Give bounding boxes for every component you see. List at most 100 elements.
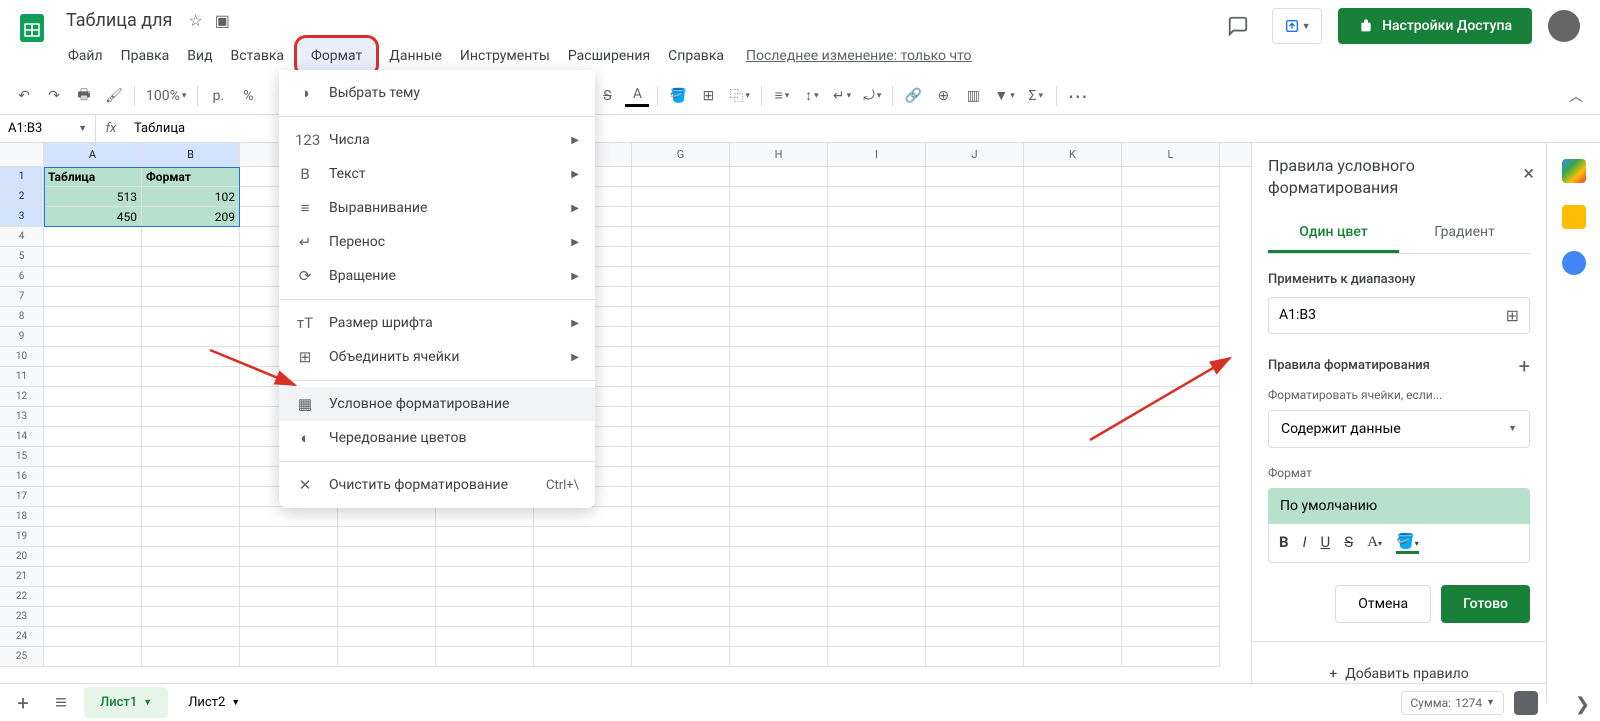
cell[interactable] bbox=[828, 307, 926, 327]
row-header[interactable]: 24 bbox=[0, 627, 44, 647]
cell[interactable] bbox=[436, 627, 534, 647]
cell[interactable] bbox=[1122, 447, 1220, 467]
cell[interactable]: 209 bbox=[142, 207, 240, 227]
row-header[interactable]: 4 bbox=[0, 227, 44, 247]
cell[interactable] bbox=[730, 307, 828, 327]
link-icon[interactable]: 🔗 bbox=[901, 82, 925, 110]
cell[interactable] bbox=[828, 587, 926, 607]
row-header[interactable]: 12 bbox=[0, 387, 44, 407]
row-header[interactable]: 6 bbox=[0, 267, 44, 287]
select-all-corner[interactable] bbox=[0, 143, 44, 166]
cell[interactable] bbox=[240, 607, 338, 627]
share-dropdown[interactable]: ▼ bbox=[1272, 8, 1322, 44]
cell[interactable] bbox=[142, 607, 240, 627]
cell[interactable] bbox=[828, 447, 926, 467]
cell[interactable] bbox=[632, 247, 730, 267]
chart-icon[interactable]: ▥ bbox=[961, 82, 985, 110]
cell[interactable] bbox=[828, 207, 926, 227]
cell[interactable] bbox=[828, 527, 926, 547]
name-box[interactable]: A1:B3 ▼ bbox=[0, 115, 96, 142]
share-button[interactable]: Настройки Доступа bbox=[1338, 8, 1532, 44]
cell[interactable] bbox=[1024, 467, 1122, 487]
borders-icon[interactable]: ⊞ bbox=[696, 82, 720, 110]
cell[interactable] bbox=[632, 167, 730, 187]
cell[interactable] bbox=[240, 647, 338, 667]
menu-данные[interactable]: Данные bbox=[381, 44, 450, 68]
cell[interactable] bbox=[1122, 347, 1220, 367]
cell[interactable] bbox=[730, 407, 828, 427]
cell[interactable] bbox=[730, 387, 828, 407]
cell[interactable] bbox=[730, 367, 828, 387]
cell[interactable] bbox=[142, 627, 240, 647]
cell[interactable] bbox=[534, 547, 632, 567]
cell[interactable] bbox=[142, 227, 240, 247]
column-header[interactable]: K bbox=[1024, 143, 1122, 166]
cell[interactable] bbox=[44, 227, 142, 247]
cell[interactable] bbox=[828, 627, 926, 647]
cell[interactable] bbox=[828, 467, 926, 487]
row-header[interactable]: 16 bbox=[0, 467, 44, 487]
strikethrough-icon[interactable]: S bbox=[595, 82, 619, 110]
more-icon[interactable]: ⋯ bbox=[1065, 82, 1093, 110]
cell[interactable] bbox=[44, 647, 142, 667]
cell[interactable] bbox=[142, 587, 240, 607]
tab-single-color[interactable]: Один цвет bbox=[1268, 214, 1399, 253]
cell[interactable] bbox=[730, 187, 828, 207]
cell[interactable] bbox=[1024, 567, 1122, 587]
valign-icon[interactable]: ↕▾ bbox=[800, 82, 824, 110]
cell[interactable] bbox=[632, 307, 730, 327]
cell[interactable]: Формат bbox=[142, 167, 240, 187]
cell[interactable] bbox=[926, 167, 1024, 187]
cell[interactable] bbox=[534, 587, 632, 607]
redo-icon[interactable]: ↷ bbox=[42, 82, 66, 110]
cell[interactable] bbox=[730, 327, 828, 347]
cell[interactable] bbox=[338, 547, 436, 567]
cell[interactable] bbox=[44, 447, 142, 467]
currency-button[interactable]: р. bbox=[206, 82, 230, 110]
fill-color-icon[interactable]: 🪣 bbox=[666, 82, 690, 110]
row-header[interactable]: 23 bbox=[0, 607, 44, 627]
menu-item[interactable]: ◐Чередование цветов bbox=[279, 421, 595, 455]
cell[interactable] bbox=[828, 647, 926, 667]
row-header[interactable]: 3 bbox=[0, 207, 44, 227]
cell[interactable] bbox=[44, 627, 142, 647]
row-header[interactable]: 10 bbox=[0, 347, 44, 367]
column-header[interactable]: H bbox=[730, 143, 828, 166]
cell[interactable] bbox=[632, 387, 730, 407]
cell[interactable] bbox=[632, 367, 730, 387]
cell[interactable] bbox=[730, 487, 828, 507]
cell[interactable] bbox=[1122, 647, 1220, 667]
cell[interactable] bbox=[926, 527, 1024, 547]
cell[interactable] bbox=[926, 507, 1024, 527]
cell[interactable] bbox=[1122, 407, 1220, 427]
menu-item[interactable]: BТекст▶ bbox=[279, 157, 595, 191]
cell[interactable] bbox=[632, 487, 730, 507]
cell[interactable]: Таблица bbox=[44, 167, 142, 187]
cell[interactable] bbox=[1122, 547, 1220, 567]
cell[interactable] bbox=[1024, 507, 1122, 527]
add-sheet-icon[interactable]: + bbox=[8, 688, 38, 718]
cell[interactable] bbox=[436, 567, 534, 587]
cell[interactable] bbox=[1024, 207, 1122, 227]
cell[interactable] bbox=[1122, 527, 1220, 547]
row-header[interactable]: 19 bbox=[0, 527, 44, 547]
cell[interactable] bbox=[1024, 267, 1122, 287]
cell[interactable] bbox=[142, 407, 240, 427]
cell[interactable] bbox=[338, 527, 436, 547]
move-icon[interactable]: ▣ bbox=[215, 11, 230, 30]
cell[interactable] bbox=[730, 267, 828, 287]
cell[interactable] bbox=[1122, 567, 1220, 587]
done-button[interactable]: Готово bbox=[1441, 585, 1530, 623]
cell[interactable] bbox=[142, 267, 240, 287]
cell[interactable] bbox=[240, 567, 338, 587]
print-icon[interactable]: 🖶 bbox=[72, 82, 96, 110]
add-rule-icon[interactable]: + bbox=[1519, 354, 1530, 378]
merge-icon[interactable]: ⿻▾ bbox=[726, 82, 753, 110]
row-header[interactable]: 13 bbox=[0, 407, 44, 427]
filter-icon[interactable]: ▼▾ bbox=[991, 82, 1017, 110]
cell[interactable] bbox=[142, 647, 240, 667]
cell[interactable] bbox=[1024, 647, 1122, 667]
cell[interactable] bbox=[632, 447, 730, 467]
menu-правка[interactable]: Правка bbox=[113, 44, 178, 68]
cell[interactable] bbox=[926, 567, 1024, 587]
